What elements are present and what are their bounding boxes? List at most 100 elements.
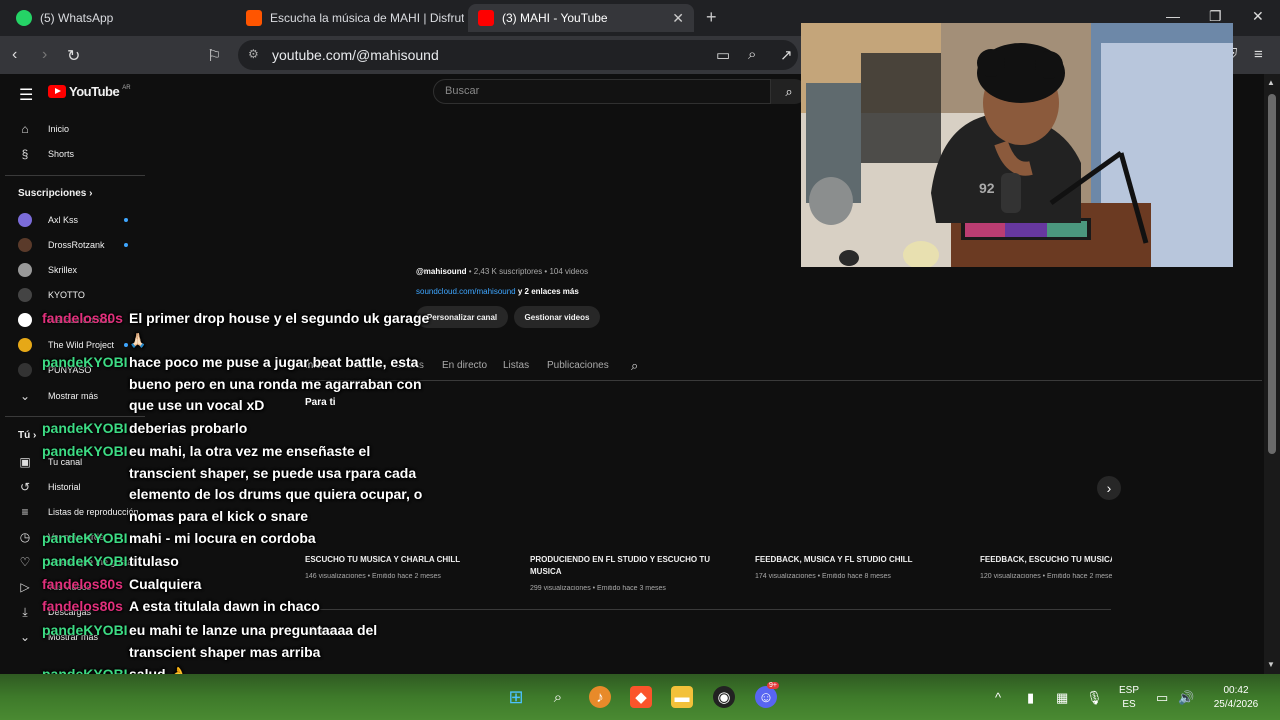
tab-live[interactable]: En directo [442, 360, 487, 371]
close-tab-icon[interactable]: ✕ [672, 10, 684, 27]
tab-posts[interactable]: Publicaciones [547, 360, 609, 371]
language-indicator[interactable]: ESP ES [1116, 684, 1142, 712]
subscriptions-label: Suscripciones [18, 188, 87, 199]
avatar [18, 363, 32, 377]
avatar [18, 238, 32, 252]
youtube-wordmark: YouTube [69, 84, 120, 99]
clock-time: 00:42 [1223, 685, 1249, 696]
bookmark-icon[interactable]: ⚐ [207, 46, 221, 66]
search-input[interactable]: Buscar [433, 79, 771, 104]
usb-icon[interactable]: ▮ [1027, 690, 1034, 706]
channel-links[interactable]: soundcloud.com/mahisound y 2 enlaces más [416, 287, 579, 296]
chat-username: fandelos80s [42, 576, 123, 592]
sidebar-sub-item[interactable]: Skrillex [18, 260, 77, 280]
menu-icon[interactable]: ≡ [1254, 46, 1263, 63]
subscriptions-header[interactable]: Suscripciones › [18, 188, 92, 199]
microphone-icon[interactable]: 🎙 [1086, 690, 1103, 706]
reload-button[interactable]: ↻ [67, 46, 80, 66]
sidebar-sub-item[interactable]: KYOTTO [18, 285, 85, 305]
tab-playlists[interactable]: Listas [503, 360, 529, 371]
tab-title: (5) WhatsApp [40, 11, 114, 25]
chat-username: pandeKYOBI [42, 443, 128, 459]
you-header[interactable]: Tú › [18, 430, 36, 441]
tab-soundcloud[interactable]: Escucha la música de MAHI | Disfruta [236, 4, 464, 32]
sidebar-item-shorts[interactable]: § Shorts [18, 144, 74, 164]
volume-icon[interactable]: 🔊 [1178, 690, 1194, 706]
sidebar-sub-item[interactable]: DrossRotzank [18, 235, 105, 255]
sidebar-show-more[interactable]: ⌄ Mostrar más [18, 386, 98, 406]
chat-message: mahi - mi locura en cordoba [129, 530, 316, 546]
like-icon: ♡ [19, 555, 31, 569]
back-button[interactable]: ‹ [12, 46, 17, 64]
sidebar-label: Inicio [48, 124, 70, 134]
chat-username: pandeKYOBI [42, 354, 128, 370]
close-window-button[interactable]: ✕ [1252, 8, 1264, 25]
hamburger-menu-icon[interactable]: ☰ [19, 85, 33, 105]
chat-username: pandeKYOBI [42, 553, 128, 569]
youtube-logo[interactable]: YouTube AR [48, 84, 131, 99]
soundcloud-icon [246, 10, 262, 26]
chat-message: A esta titulala dawn in chaco [129, 598, 320, 614]
url-text: youtube.com/@mahisound [272, 47, 439, 63]
cast-icon[interactable]: ▭ [716, 46, 730, 64]
channel-link[interactable]: soundcloud.com/mahisound [416, 287, 516, 296]
site-settings-icon[interactable]: ⚙ [248, 47, 259, 61]
sidebar-item-playlists[interactable]: ≡ Listas de reproducción [18, 502, 138, 522]
whatsapp-icon [16, 10, 32, 26]
scrollbar-thumb[interactable] [1268, 94, 1276, 454]
show-hidden-icons[interactable]: ^ [995, 690, 1001, 705]
page-scrollbar[interactable]: ▲ ▼ [1264, 74, 1280, 674]
channel-stats: @mahisound • 2,43 K suscriptores • 104 v… [416, 267, 588, 276]
obs-icon[interactable]: ◉ [713, 686, 735, 708]
chevron-down-icon: ⌄ [19, 630, 31, 644]
sidebar-label: Skrillex [48, 265, 78, 275]
chat-username: fandelos80s [42, 598, 123, 614]
network-icon[interactable]: ▭ [1156, 690, 1168, 706]
file-explorer-icon[interactable]: ▬ [671, 686, 693, 708]
tab-whatsapp[interactable]: (5) WhatsApp [6, 4, 236, 32]
sidebar-label: The Wild Project [48, 340, 115, 350]
chevron-right-icon: › [33, 430, 37, 441]
youtube-play-icon [48, 85, 66, 98]
country-code: AR [122, 84, 131, 91]
sidebar-sub-item[interactable]: Axl Kss [18, 210, 78, 230]
brave-browser-icon[interactable]: ◆ [630, 686, 652, 708]
clock-icon: ◷ [19, 530, 31, 544]
you-label: Tú [18, 430, 31, 441]
sidebar-item-home[interactable]: ⌂ Inicio [18, 119, 69, 139]
tray-app-icon[interactable]: ▦ [1056, 690, 1068, 706]
forward-button[interactable]: › [42, 46, 47, 64]
chevron-down-icon: ⌄ [19, 389, 31, 403]
scroll-down-icon[interactable]: ▼ [1267, 660, 1275, 669]
home-icon: ⌂ [21, 122, 29, 136]
chat-message: Cualquiera [129, 576, 202, 592]
video-meta: 120 visualizaciones • Emitido hace 2 mes… [980, 573, 1112, 580]
new-content-dot [124, 243, 128, 247]
tabs-divider [305, 380, 1262, 381]
share-icon[interactable]: ↗ [780, 46, 793, 64]
video-title[interactable]: PRODUCIENDO EN FL STUDIO Y ESCUCHO TU MU… [530, 554, 730, 578]
playlist-icon: ≡ [21, 505, 29, 519]
sidebar-divider [5, 416, 145, 417]
zoom-icon[interactable]: ⌕ [748, 46, 756, 63]
discord-badge: 9+ [767, 682, 779, 689]
search-icon[interactable]: ⌕ [547, 686, 569, 708]
clock[interactable]: 00:42 25/4/2026 [1206, 684, 1266, 712]
windows-start-icon[interactable]: ⊞ [505, 686, 527, 708]
sidebar-label: Historial [48, 482, 81, 492]
carousel-next-button[interactable]: › [1097, 476, 1121, 500]
manage-videos-button[interactable]: Gestionar videos [514, 306, 600, 328]
address-bar[interactable]: ⚙ youtube.com/@mahisound [238, 40, 798, 70]
new-tab-button[interactable]: + [706, 7, 717, 28]
discord-icon[interactable]: ☺ [755, 686, 777, 708]
channel-search-icon[interactable]: ⌕ [631, 358, 638, 374]
minimize-button[interactable]: — [1166, 8, 1180, 24]
video-title[interactable]: FEEDBACK, MUSICA Y FL STUDIO CHILL [755, 554, 955, 566]
sidebar-item-history[interactable]: ↺ Historial [18, 477, 81, 497]
sidebar-sub-item[interactable]: The Wild Project [18, 335, 114, 355]
more-links[interactable]: y 2 enlaces más [516, 287, 579, 296]
fl-studio-icon[interactable]: ♪ [589, 686, 611, 708]
tab-youtube[interactable]: (3) MAHI - YouTube ✕ [468, 4, 694, 32]
scroll-up-icon[interactable]: ▲ [1267, 78, 1275, 87]
video-title[interactable]: FEEDBACK, ESCUCHO TU MUSICA [980, 554, 1112, 566]
